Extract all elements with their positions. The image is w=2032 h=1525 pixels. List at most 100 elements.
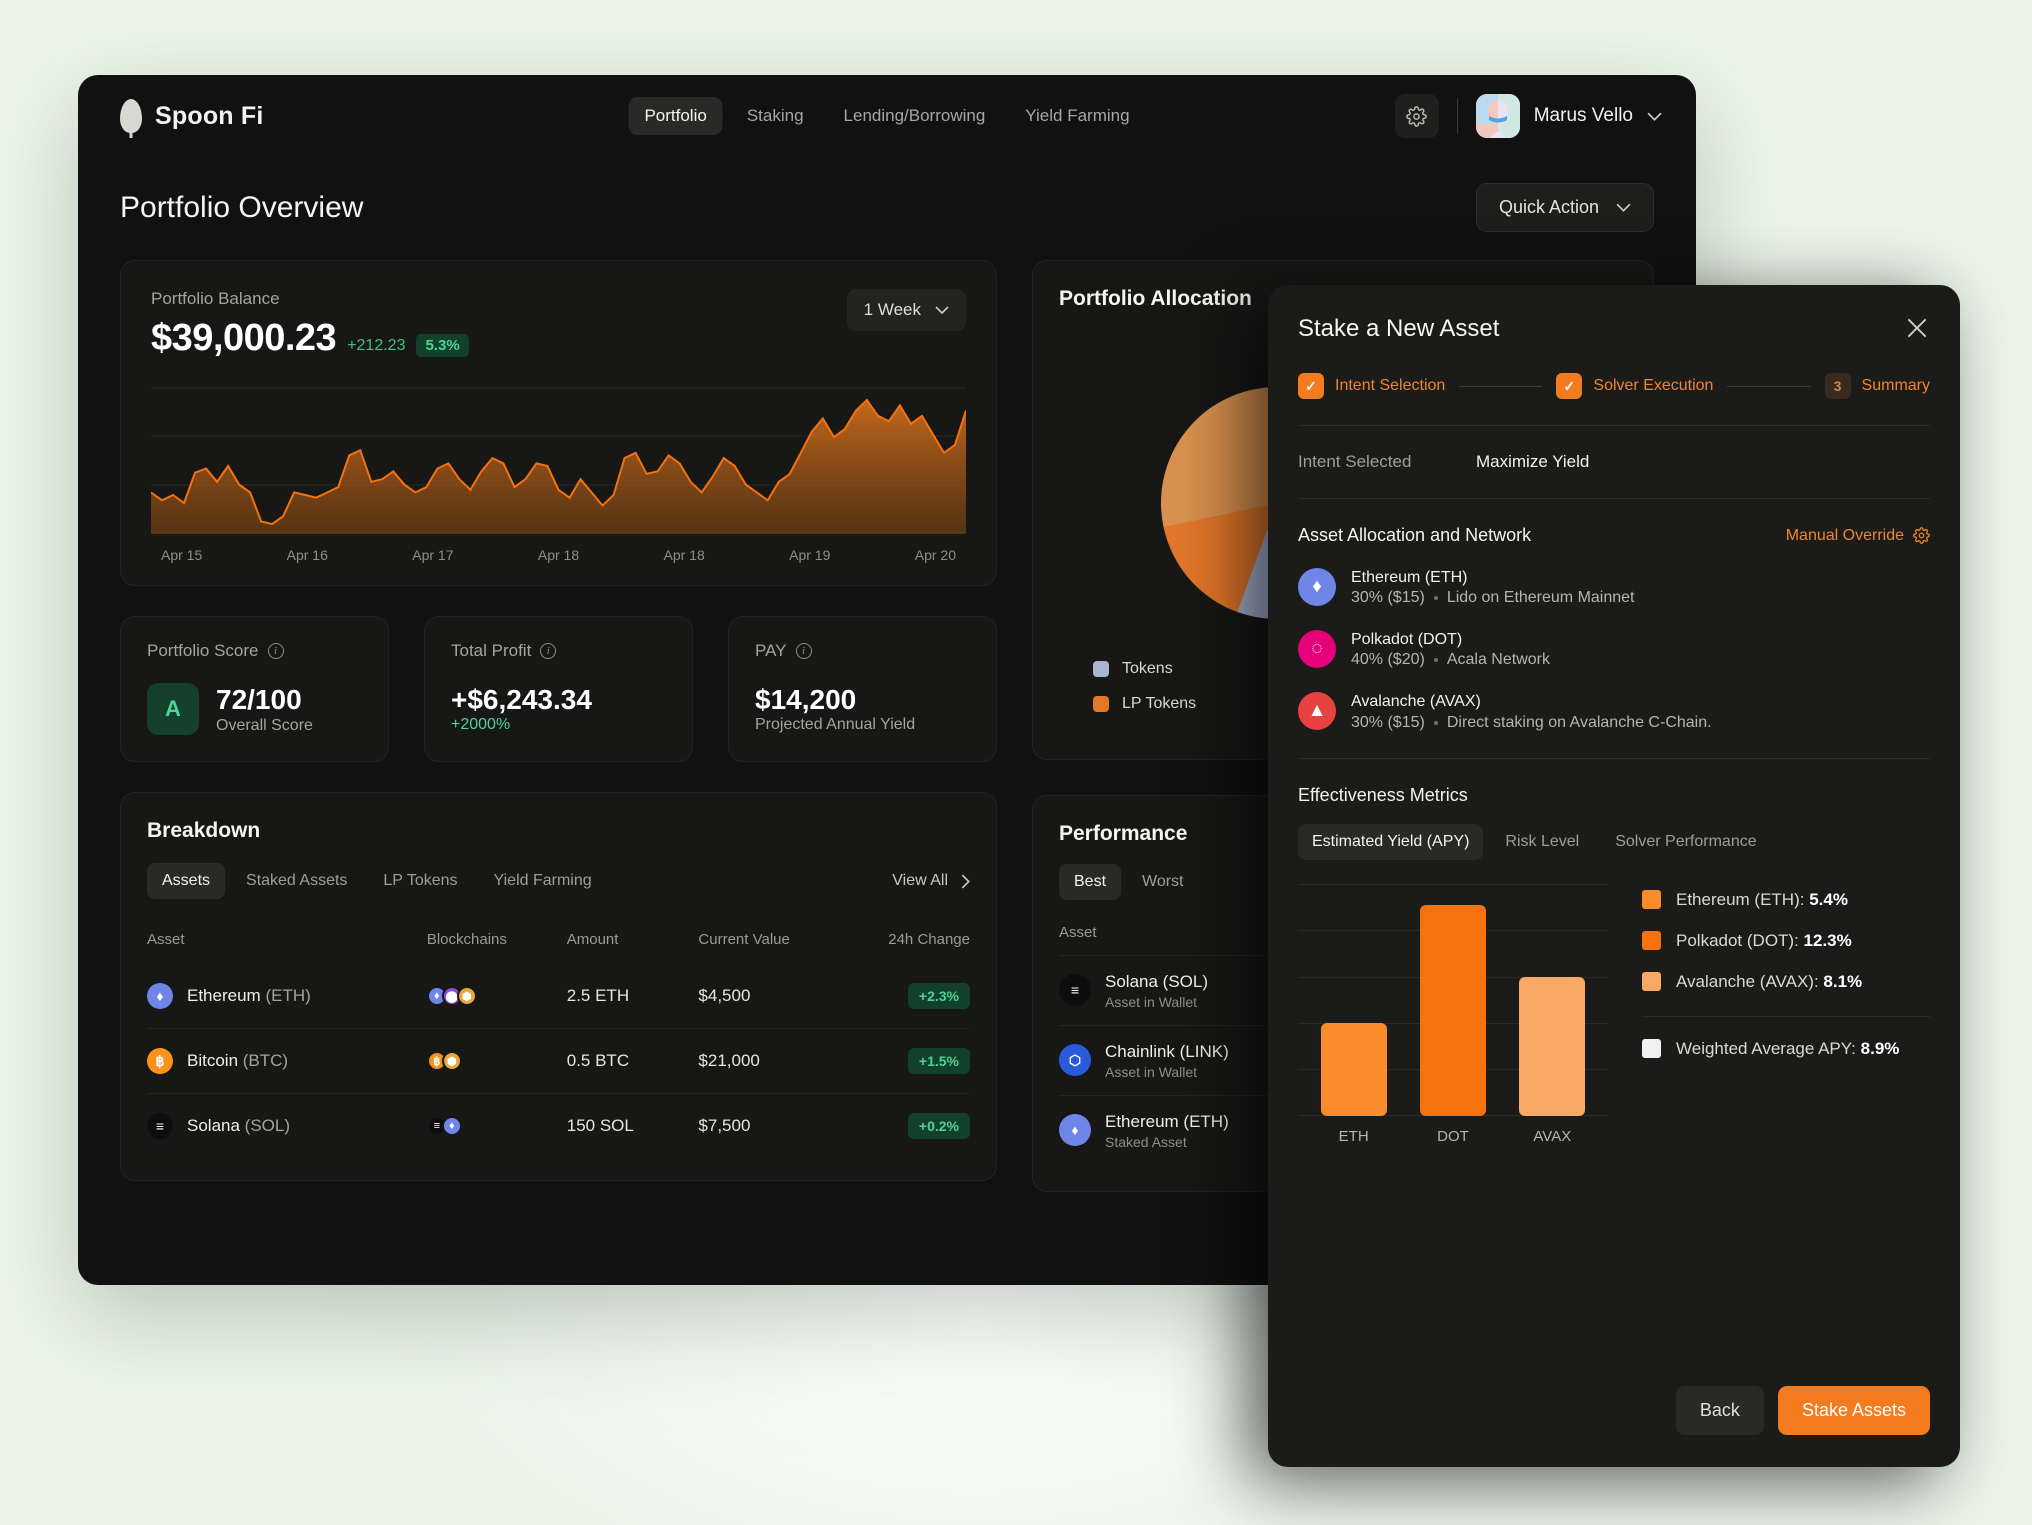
coin-icon: ▲ [1298, 691, 1336, 730]
effectiveness-body: ETH DOT AVAX Ethereum (ETH): 5.4% Polkadot… [1298, 883, 1930, 1145]
cell-current-value: $4,500 [698, 986, 751, 1005]
total-profit-card: Total Profit i +$6,243.34 +2000% [424, 616, 693, 762]
info-icon[interactable]: i [795, 643, 812, 659]
tab-estimated-yield[interactable]: Estimated Yield (APY) [1298, 823, 1484, 860]
stat-value: +$6,243.34 [451, 684, 592, 715]
table-row[interactable]: ♦ Ethereum (ETH) ♦ ⬤ ⬢ 2.5 ETH $4,500 +2.3… [147, 964, 970, 1029]
allocation-item[interactable]: ▲ Avalanche (AVAX) 30% ($15) Direct stak… [1298, 690, 1930, 731]
bar [1320, 1022, 1387, 1116]
balance-values: $39,000.23 +212.23 5.3% [151, 317, 469, 360]
step-indicator: 3 [1824, 373, 1851, 399]
legend-swatch [1642, 1039, 1661, 1059]
tab-best[interactable]: Best [1059, 864, 1122, 900]
step-solver-execution[interactable]: ✓ Solver Execution [1556, 373, 1713, 399]
balance-label: Portfolio Balance [151, 289, 280, 308]
cell-current-value: $21,000 [698, 1028, 847, 1094]
nav-item-yield-farming[interactable]: Yield Farming [1009, 97, 1145, 135]
nav-item-portfolio[interactable]: Portfolio [628, 97, 723, 135]
tab-yield-farming[interactable]: Yield Farming [479, 863, 607, 899]
breakdown-tabs-row: Assets Staked Assets LP Tokens Yield Far… [147, 863, 970, 899]
stat-label: Total Profit i [451, 641, 666, 661]
step-intent-selection[interactable]: ✓ Intent Selection [1298, 373, 1445, 399]
stake-assets-button[interactable]: Stake Assets [1777, 1386, 1930, 1435]
step-summary[interactable]: 3 Summary [1824, 373, 1930, 399]
allocation-item-text: Ethereum (ETH) 30% ($15) Lido on Ethereu… [1351, 566, 1635, 607]
cell-asset: ≡ Solana (SOL) [147, 1093, 427, 1158]
stat-sub: Overall Score [216, 716, 313, 734]
coin-icon: ♦ [1298, 567, 1336, 606]
divider [1298, 498, 1930, 499]
info-icon[interactable]: i [540, 643, 557, 659]
cell-blockchains: ≡ ♦ [426, 1093, 567, 1158]
breakdown-tabs: Assets Staked Assets LP Tokens Yield Far… [147, 863, 607, 899]
separator-dot [1433, 596, 1438, 601]
chain-icon: ⬢ [456, 986, 477, 1006]
axis-tick: Apr 17 [412, 547, 454, 563]
status-badge: +0.2% [907, 1113, 970, 1139]
allocation-item[interactable]: ♦ Ethereum (ETH) 30% ($15) Lido on Ether… [1298, 566, 1930, 607]
manual-override-button[interactable]: Manual Override [1786, 527, 1930, 545]
cell-24h-change: +1.5% [846, 1028, 970, 1094]
allocation-item-text: Avalanche (AVAX) 30% ($15) Direct stakin… [1351, 690, 1712, 731]
tab-assets[interactable]: Assets [147, 863, 226, 899]
cell-current-value: $7,500 [698, 1093, 847, 1158]
cell-asset: ฿ Bitcoin (BTC) [147, 1028, 427, 1094]
nav-item-lending-borrowing[interactable]: Lending/Borrowing [828, 97, 1002, 135]
status-badge: +1.5% [907, 1048, 970, 1074]
chevron-right-icon [961, 873, 970, 889]
stat-value: 72/100 [216, 684, 302, 716]
perf-asset-text: Ethereum (ETH) Staked Asset [1105, 1111, 1229, 1150]
settings-button[interactable] [1394, 94, 1439, 138]
allocation-item[interactable]: ◌ Polkadot (DOT) 40% ($20) Acala Network [1298, 628, 1930, 669]
tab-lp-tokens[interactable]: LP Tokens [368, 863, 472, 899]
col-amount: Amount [566, 931, 619, 948]
weighted-average-label: Weighted Average APY: [1676, 1038, 1856, 1058]
allocation-item-meta: 40% ($20) Acala Network [1351, 651, 1550, 669]
close-icon[interactable] [1904, 315, 1930, 341]
bar-chart-plot [1298, 883, 1608, 1116]
step-connector [1727, 385, 1811, 387]
axis-tick: Apr 16 [286, 547, 328, 563]
balance-info: Portfolio Balance $39,000.23 +212.23 5.3… [151, 289, 469, 360]
user-menu[interactable]: Marus Vello [1475, 94, 1662, 138]
stat-label: Portfolio Score i [147, 641, 362, 661]
step-indicator: ✓ [1298, 373, 1324, 399]
main-nav: Portfolio Staking Lending/Borrowing Yiel… [628, 97, 1145, 135]
axis-tick: Apr 18 [537, 547, 580, 563]
divider [1456, 98, 1458, 134]
chevron-down-icon [935, 306, 949, 314]
tab-staked-assets[interactable]: Staked Assets [231, 863, 362, 899]
stake-new-asset-modal: Stake a New Asset ✓ Intent Selection ✓ S… [1268, 285, 1960, 1467]
time-range-select[interactable]: 1 Week [846, 289, 966, 331]
view-all-link[interactable]: View All [892, 872, 970, 890]
quick-action-button[interactable]: Quick Action [1475, 183, 1654, 232]
nav-item-staking[interactable]: Staking [731, 97, 820, 135]
stat-cards: Portfolio Score i A 72/100 Overall Score [120, 616, 997, 762]
table-row[interactable]: ≡ Solana (SOL) ≡ ♦ 150 SOL $7,500 +0.2% [147, 1093, 970, 1158]
coin-icon: ≡ [1059, 974, 1091, 1007]
top-navigation-bar: Spoon Fi Portfolio Staking Lending/Borro… [78, 75, 1696, 157]
tab-worst[interactable]: Worst [1127, 864, 1198, 900]
user-avatar [1475, 94, 1520, 138]
tab-solver-performance[interactable]: Solver Performance [1601, 824, 1770, 860]
col-blockchains: Blockchains [426, 931, 507, 948]
gear-icon [1406, 105, 1428, 127]
table-row[interactable]: ฿ Bitcoin (BTC) ฿ ⬢ 0.5 BTC $21,000 +1.5% [147, 1028, 970, 1094]
back-button[interactable]: Back [1675, 1386, 1764, 1435]
page-header: Portfolio Overview Quick Action [120, 183, 1654, 232]
cell-blockchains: ♦ ⬤ ⬢ [426, 964, 567, 1029]
tab-risk-level[interactable]: Risk Level [1491, 824, 1593, 860]
allocation-item-text: Polkadot (DOT) 40% ($20) Acala Network [1351, 628, 1550, 669]
legend-swatch [1642, 972, 1661, 992]
col-asset: Asset [147, 931, 185, 948]
allocation-item-meta: 30% ($15) Lido on Ethereum Mainnet [1351, 589, 1635, 607]
time-range-value: 1 Week [863, 300, 921, 319]
portfolio-score-card: Portfolio Score i A 72/100 Overall Score [120, 616, 389, 762]
coin-icon: ◌ [1298, 629, 1336, 668]
cell-24h-change: +2.3% [847, 964, 970, 1029]
modal-steps: ✓ Intent Selection ✓ Solver Execution 3 … [1298, 373, 1930, 399]
info-icon[interactable]: i [267, 643, 284, 659]
divider [1298, 425, 1930, 426]
perf-asset-text: Solana (SOL) Asset in Wallet [1105, 972, 1208, 1010]
allocation-percent: 40% ($20) [1351, 651, 1425, 669]
